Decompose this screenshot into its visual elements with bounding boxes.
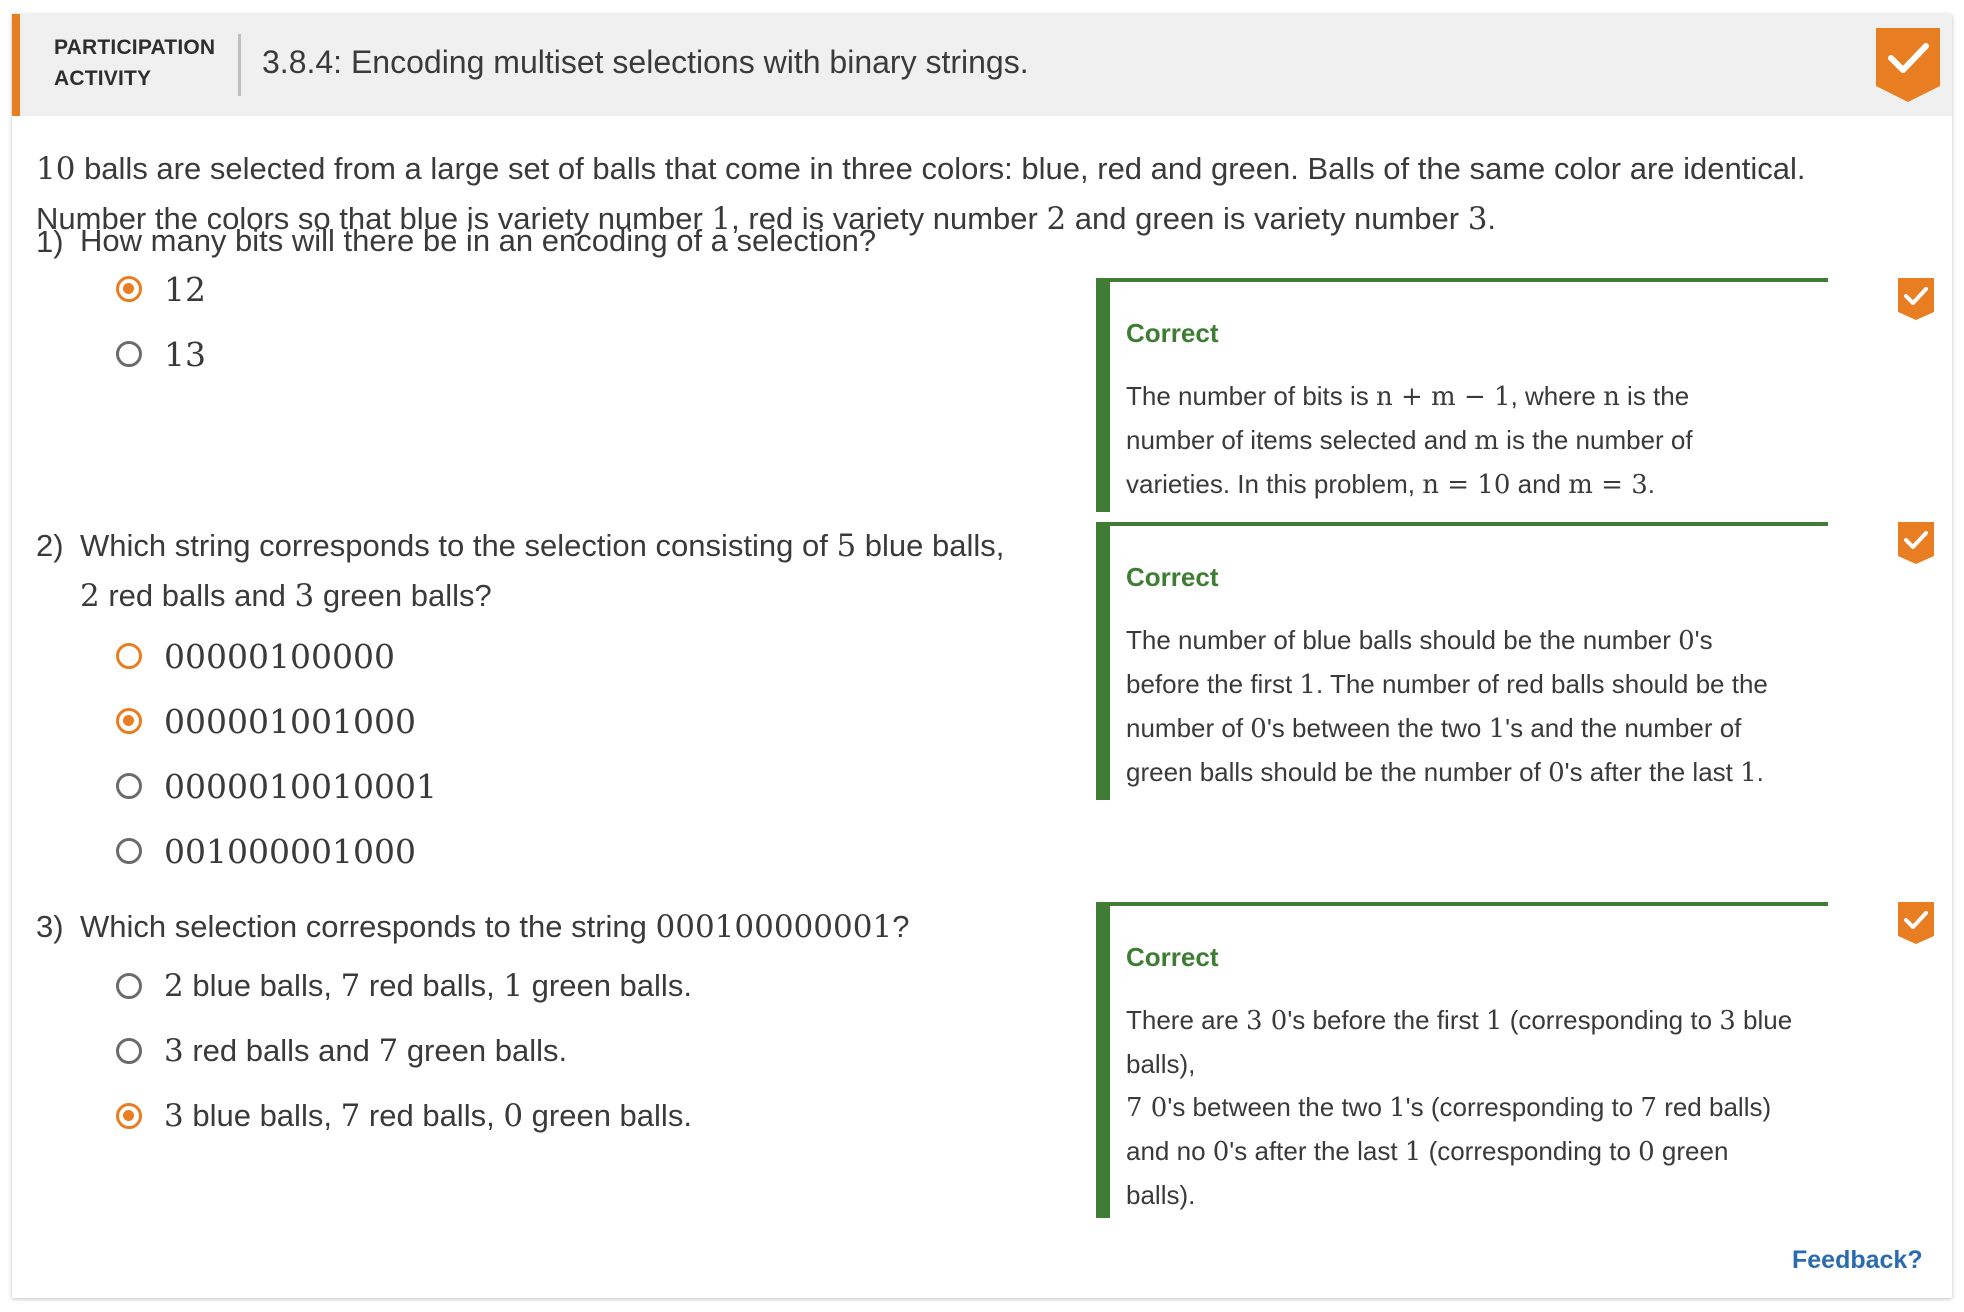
feedback-explanation: There are 3 0's before the first 1 (corr…: [1126, 1005, 1793, 1210]
question-3-option-1[interactable]: 2 blue balls, 7 red balls, 1 green balls…: [116, 966, 692, 1006]
feedback-status: Correct: [1126, 942, 1219, 972]
radio-unselected-icon[interactable]: [116, 341, 142, 367]
question-2-option-4[interactable]: 001000001000: [116, 831, 416, 871]
feedback-status: Correct: [1126, 562, 1219, 592]
question-3-number: 3): [36, 909, 64, 944]
radio-selected-icon[interactable]: [116, 708, 142, 734]
activity-type-label: PARTICIPATION ACTIVITY: [54, 36, 216, 90]
question-2-option-1[interactable]: 00000100000: [116, 636, 395, 676]
activity-header: PARTICIPATION ACTIVITY 3.8.4: Encoding m…: [12, 14, 1952, 116]
radio-unselected-icon[interactable]: [116, 838, 142, 864]
feedback-explanation: The number of blue balls should be the n…: [1126, 625, 1768, 788]
question-2-option-2[interactable]: 000001001000: [116, 701, 416, 741]
feedback-explanation: The number of bits is n + m − 1, where n…: [1126, 381, 1693, 500]
question-1-feedback: Correct The number of bits is n + m − 1,…: [1096, 278, 1828, 512]
question-3-option-2[interactable]: 3 red balls and 7 green balls.: [116, 1031, 567, 1071]
activity-title: 3.8.4: Encoding multiset selections with…: [262, 44, 1029, 80]
question-2-option-3[interactable]: 0000010010001: [116, 766, 437, 806]
question-2-feedback: Correct The number of blue balls should …: [1096, 522, 1828, 800]
radio-unselected-icon[interactable]: [116, 643, 142, 669]
header-divider: [238, 34, 241, 96]
feedback-status: Correct: [1126, 318, 1219, 348]
question-2-correct-checkmark-icon: [1898, 522, 1934, 564]
radio-unselected-icon[interactable]: [116, 1038, 142, 1064]
question-1-option-1[interactable]: 12: [116, 269, 206, 309]
question-3-feedback: Correct There are 3 0's before the first…: [1096, 902, 1828, 1218]
feedback-link[interactable]: Feedback?: [1792, 1246, 1923, 1275]
question-1-number: 1): [36, 224, 64, 259]
question-3-correct-checkmark-icon: [1898, 902, 1934, 944]
radio-selected-icon[interactable]: [116, 276, 142, 302]
question-3-option-3[interactable]: 3 blue balls, 7 red balls, 0 green balls…: [116, 1096, 692, 1136]
radio-unselected-icon[interactable]: [116, 773, 142, 799]
question-1-text: How many bits will there be in an encodi…: [80, 223, 877, 258]
radio-unselected-icon[interactable]: [116, 973, 142, 999]
participation-activity-card: PARTICIPATION ACTIVITY 3.8.4: Encoding m…: [12, 14, 1952, 1298]
radio-selected-icon[interactable]: [116, 1103, 142, 1129]
question-2-number: 2): [36, 528, 64, 563]
question-3-text: Which selection corresponds to the strin…: [80, 909, 910, 945]
question-2-text: Which string corresponds to the selectio…: [80, 528, 1005, 614]
question-1-correct-checkmark-icon: [1898, 278, 1934, 320]
question-1-option-2[interactable]: 13: [116, 334, 206, 374]
completion-checkmark-icon: [1876, 28, 1940, 102]
